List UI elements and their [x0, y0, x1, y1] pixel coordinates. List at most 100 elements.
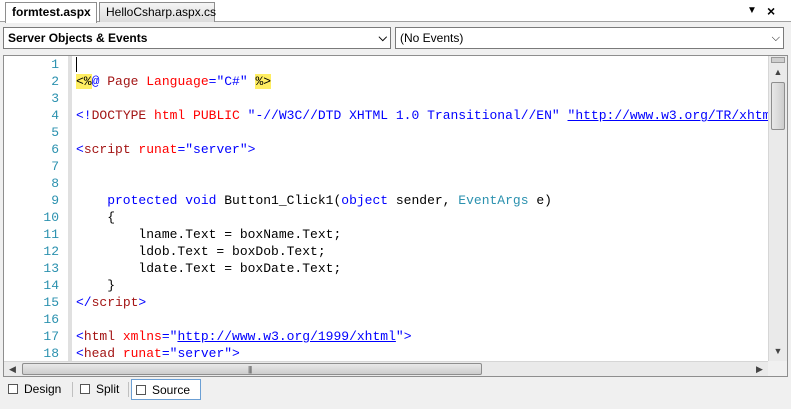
code-line[interactable]: 10 { — [4, 209, 769, 226]
scroll-down-icon[interactable]: ▼ — [770, 344, 786, 359]
code-line[interactable]: 7 — [4, 158, 769, 175]
code-token: runat — [122, 346, 162, 361]
code-token: %> — [255, 74, 272, 89]
tab-label: formtest.aspx — [12, 5, 91, 19]
tab-formtest-aspx[interactable]: formtest.aspx — [5, 2, 97, 23]
line-number: 8 — [51, 176, 59, 191]
grip-icon: ||| — [248, 365, 252, 374]
code-text: <!DOCTYPE html PUBLIC "-//W3C//DTD XHTML… — [76, 107, 769, 124]
design-view-button[interactable]: Design — [4, 379, 70, 400]
code-line[interactable]: 4 <!DOCTYPE html PUBLIC "-//W3C//DTD XHTM… — [4, 107, 769, 124]
chevron-down-icon: ⌵ — [378, 32, 387, 44]
code-token: html — [154, 108, 194, 123]
code-token: Page — [107, 74, 147, 89]
view-label: Design — [24, 382, 62, 396]
code-token: http://www.w3.org/1999/xhtml — [177, 329, 396, 344]
code-line[interactable]: 14 } — [4, 277, 769, 294]
vertical-scroll-thumb[interactable] — [771, 82, 785, 130]
code-line[interactable]: 16 — [4, 311, 769, 328]
code-editor[interactable]: 1 2 <%@ Page Language="C#" %> 3 4 <!DOCTYPE h… — [3, 55, 788, 377]
code-token: < — [76, 329, 84, 344]
line-number: 14 — [43, 278, 59, 293]
code-token: EventArgs — [458, 193, 537, 208]
code-line[interactable]: 1 — [4, 56, 769, 73]
view-label: Split — [96, 382, 120, 396]
code-line[interactable]: 11 lname.Text = boxName.Text; — [4, 226, 769, 243]
code-token: html — [83, 329, 123, 344]
source-view-button[interactable]: Source — [131, 379, 201, 400]
code-line[interactable]: 5 — [4, 124, 769, 141]
server-objects-dropdown[interactable]: Server Objects & Events ⌵ — [3, 27, 391, 49]
code-token: </ — [76, 295, 92, 310]
splitter-handle[interactable] — [771, 57, 785, 63]
code-token: ="server"> — [161, 346, 240, 361]
scroll-up-icon[interactable]: ▲ — [770, 65, 786, 80]
code-token: lname.Text = boxName.Text; — [76, 227, 342, 242]
code-line[interactable]: 13 ldate.Text = boxDate.Text; — [4, 260, 769, 277]
scroll-left-icon[interactable]: ◀ — [5, 362, 20, 376]
view-switcher-bar: Design Split Source — [0, 377, 791, 409]
scroll-right-icon[interactable]: ▶ — [752, 362, 767, 376]
close-icon[interactable]: × — [767, 4, 775, 18]
divider — [128, 382, 129, 397]
code-token: =" — [161, 329, 178, 344]
code-token: script — [91, 295, 139, 310]
code-token: { — [76, 210, 116, 225]
tab-hellocsharp-aspx-cs[interactable]: HelloCsharp.aspx.cs — [99, 2, 217, 22]
code-token: ="server"> — [177, 142, 256, 157]
code-token: protected void — [76, 193, 225, 208]
view-label: Source — [152, 383, 191, 397]
line-number: 15 — [43, 295, 59, 310]
dropdown-value: Server Objects & Events — [8, 31, 148, 45]
code-text: </script> — [76, 294, 146, 311]
code-token: PUBLIC — [193, 108, 248, 123]
line-number: 11 — [43, 227, 59, 242]
code-line[interactable]: 18 <head runat="server"> — [4, 345, 769, 361]
code-line[interactable]: 17 <html xmlns="http://www.w3.org/1999/xh… — [4, 328, 769, 345]
line-number: 6 — [51, 142, 59, 157]
chevron-down-icon: ⌵ — [771, 32, 780, 44]
code-text: protected void Button1_Click1(object sen… — [76, 192, 552, 209]
split-view-button[interactable]: Split — [76, 379, 126, 400]
code-token: < — [76, 142, 84, 157]
line-number: 10 — [43, 210, 59, 225]
tab-label: HelloCsharp.aspx.cs — [106, 5, 217, 19]
code-line[interactable]: 9 protected void Button1_Click1(object s… — [4, 192, 769, 209]
source-view-icon — [136, 385, 146, 395]
code-token: ="C#" — [208, 74, 256, 89]
code-token: runat — [138, 142, 178, 157]
horizontal-scrollbar[interactable]: ◀ ||| ▶ — [4, 361, 768, 376]
code-token: xmlns — [122, 329, 162, 344]
code-token: "-//W3C//DTD XHTML 1.0 Transitional//EN" — [247, 108, 568, 123]
code-token: DOCTYPE — [91, 108, 155, 123]
code-token: head — [83, 346, 123, 361]
events-dropdown[interactable]: (No Events) ⌵ — [395, 27, 784, 49]
code-line[interactable]: 6 <script runat="server"> — [4, 141, 769, 158]
line-number: 18 — [43, 346, 59, 361]
code-text: <html xmlns="http://www.w3.org/1999/xhtm… — [76, 328, 412, 345]
code-area[interactable]: 1 2 <%@ Page Language="C#" %> 3 4 <!DOCTYPE h… — [4, 56, 769, 361]
code-line[interactable]: 3 — [4, 90, 769, 107]
code-token: object — [341, 193, 396, 208]
chevron-down-icon[interactable]: ▼ — [747, 4, 757, 18]
horizontal-scroll-thumb[interactable]: ||| — [22, 363, 482, 375]
line-number: 1 — [51, 57, 59, 72]
code-line[interactable]: 2 <%@ Page Language="C#" %> — [4, 73, 769, 90]
line-number: 2 — [51, 74, 59, 89]
code-token: sender, — [395, 193, 459, 208]
code-line[interactable]: 8 — [4, 175, 769, 192]
code-token: script — [83, 142, 139, 157]
code-token: ldob.Text = boxDob.Text; — [76, 244, 326, 259]
dropdown-value: (No Events) — [400, 31, 464, 45]
code-line[interactable]: 12 ldob.Text = boxDob.Text; — [4, 243, 769, 260]
code-line[interactable]: 15 </script> — [4, 294, 769, 311]
line-number: 13 — [43, 261, 59, 276]
line-number: 7 — [51, 159, 59, 174]
code-text: <head runat="server"> — [76, 345, 240, 361]
vertical-scrollbar[interactable]: ▲ ▼ — [768, 56, 787, 361]
code-token: "> — [395, 329, 412, 344]
code-token: <! — [76, 108, 92, 123]
line-number: 3 — [51, 91, 59, 106]
code-token: e) — [536, 193, 552, 208]
code-token: > — [138, 295, 147, 310]
